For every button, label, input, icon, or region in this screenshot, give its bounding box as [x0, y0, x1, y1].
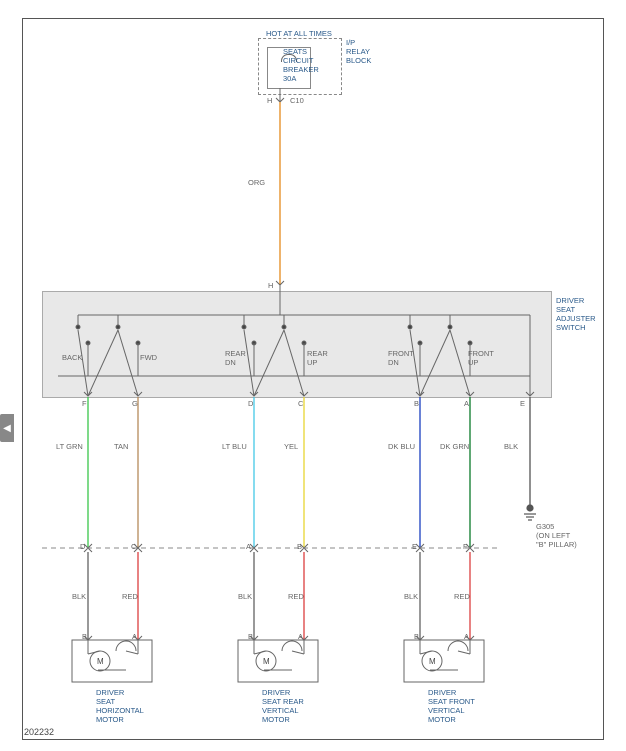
wiring-svg: M M M [0, 0, 626, 751]
motor-m-2: M [263, 657, 270, 666]
diagram-frame: HOT AT ALL TIMES SEATS CIRCUIT BREAKER 3… [0, 0, 626, 751]
motor-m-1: M [97, 657, 104, 666]
motor-m-3: M [429, 657, 436, 666]
